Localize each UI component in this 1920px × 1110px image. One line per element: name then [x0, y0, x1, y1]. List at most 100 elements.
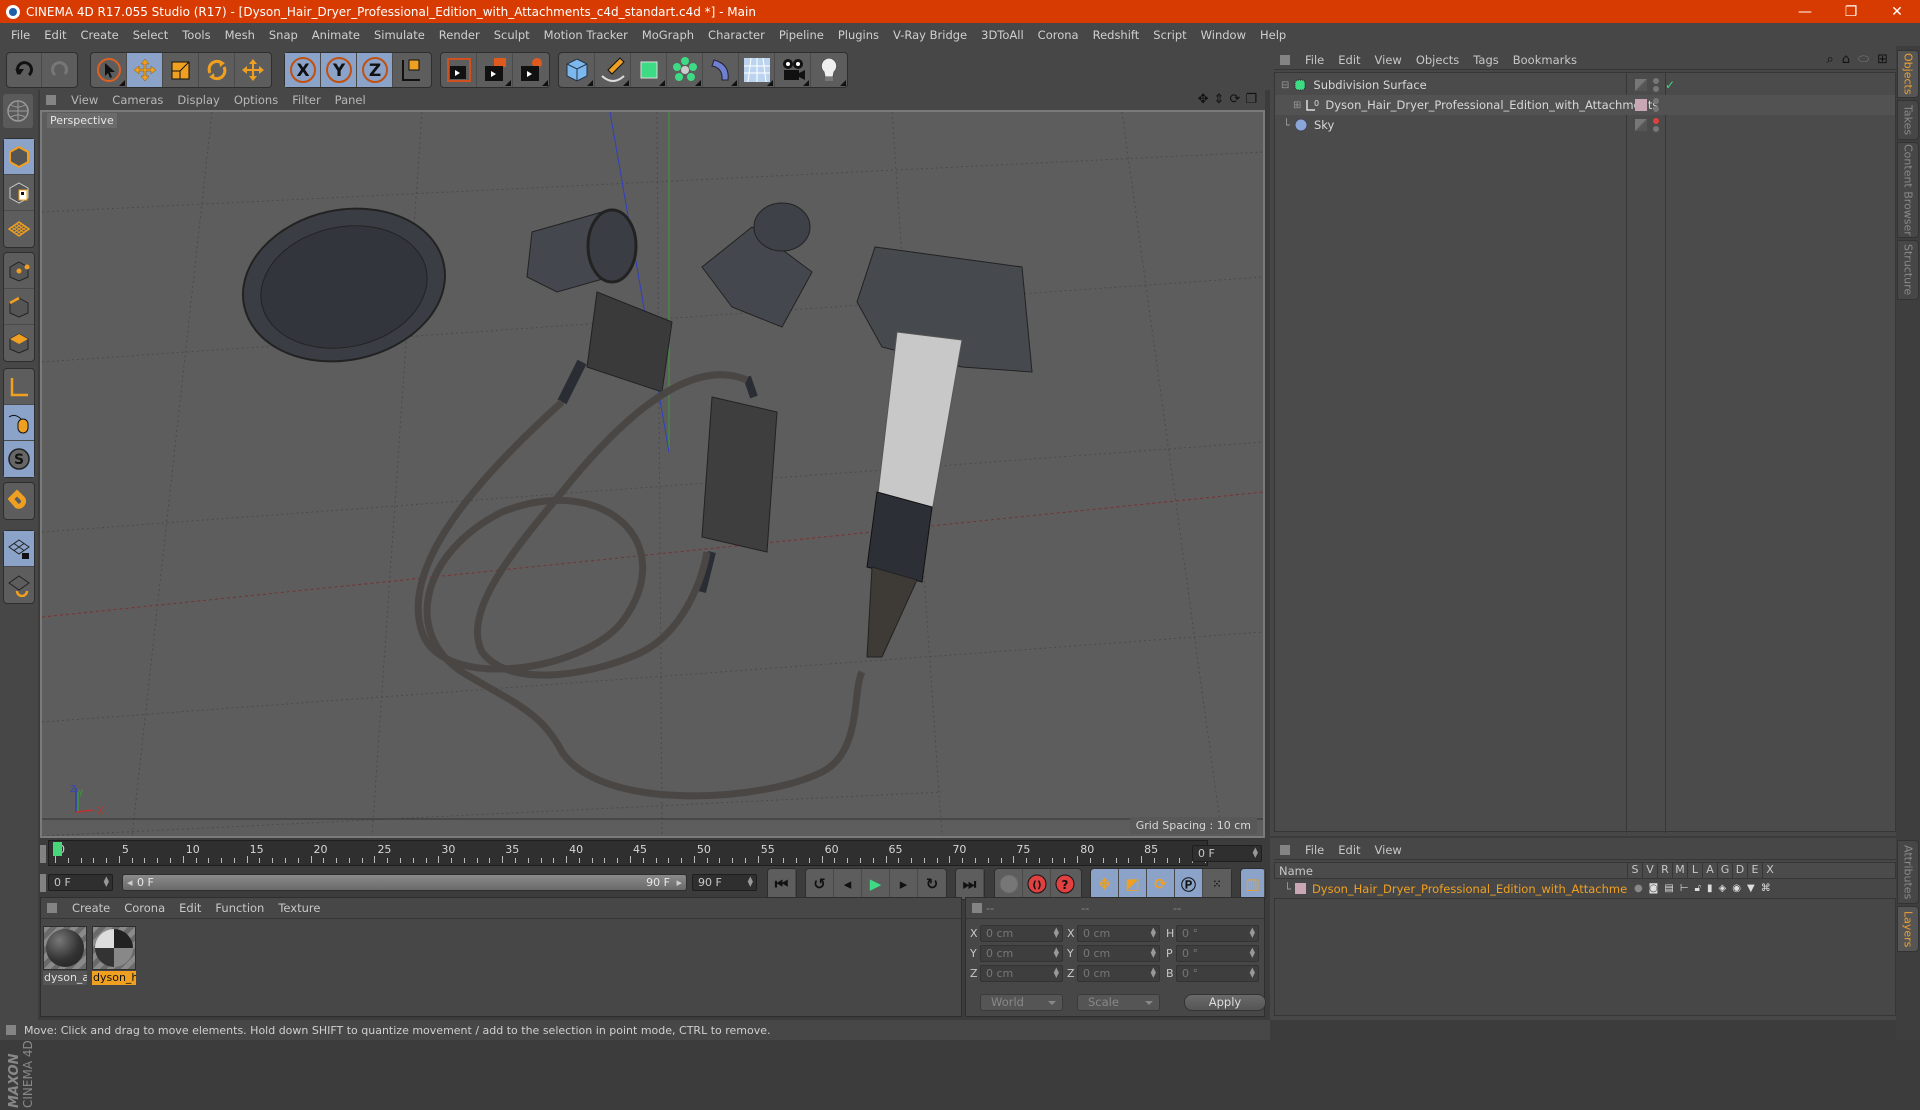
layer-col-manager[interactable]: M — [1672, 862, 1687, 879]
layer-color-swatch[interactable] — [1635, 99, 1647, 111]
layer-col-animation[interactable]: A — [1702, 862, 1717, 879]
layer-name-header[interactable]: Name — [1275, 864, 1627, 878]
rotate-tool-button[interactable] — [199, 53, 235, 87]
object-menu-view[interactable]: View — [1368, 53, 1409, 67]
maximize-view-icon[interactable]: ❐ — [1245, 92, 1257, 107]
pen-button[interactable] — [595, 53, 631, 87]
viewport-menu-panel[interactable]: Panel — [328, 93, 373, 107]
menu-script[interactable]: Script — [1146, 28, 1193, 42]
rotate-view-icon[interactable]: ⟳ — [1229, 92, 1240, 107]
size-mode-dropdown[interactable]: Scale — [1077, 994, 1160, 1011]
menu-create[interactable]: Create — [74, 28, 126, 42]
minimize-button[interactable]: — — [1782, 0, 1828, 23]
menu-corona[interactable]: Corona — [1031, 28, 1086, 42]
tab-objects[interactable]: Objects — [1897, 50, 1919, 98]
undo-button[interactable] — [7, 53, 43, 87]
tab-attributes[interactable]: Attributes — [1897, 840, 1919, 904]
material-menu-create[interactable]: Create — [65, 901, 117, 915]
layer-row[interactable]: └ Dyson_Hair_Dryer_Professional_Edition_… — [1274, 880, 1896, 897]
current-frame-field[interactable]: 0 F ▲ ▼ — [1192, 845, 1262, 862]
snap-button[interactable] — [4, 483, 34, 519]
cube-button[interactable] — [559, 53, 595, 87]
menu-tools[interactable]: Tools — [175, 28, 217, 42]
render-settings-button[interactable] — [513, 53, 549, 87]
axis-mode-button[interactable] — [4, 369, 34, 405]
key-scale-button[interactable]: ◩ — [1119, 869, 1147, 899]
transform-tool-button[interactable] — [235, 53, 271, 87]
material-swatch[interactable] — [43, 926, 87, 970]
xref-icon[interactable]: ⌘ — [1761, 883, 1771, 894]
viewport-menu-options[interactable]: Options — [227, 93, 285, 107]
apply-button[interactable]: Apply — [1184, 994, 1266, 1011]
layer-color-swatch[interactable] — [1294, 883, 1306, 894]
goto-start-button[interactable]: ⏮ — [768, 869, 796, 899]
layer-menu-file[interactable]: File — [1298, 843, 1331, 857]
panel-grip[interactable] — [47, 903, 57, 913]
layer-col-expressions[interactable]: E — [1747, 862, 1762, 879]
camera-button[interactable] — [775, 53, 811, 87]
menu-file[interactable]: File — [4, 28, 37, 42]
deformer-button[interactable] — [703, 53, 739, 87]
expand-icon[interactable]: ⊞ — [1293, 100, 1301, 111]
model-mode-button[interactable] — [4, 139, 34, 175]
visibility-dots[interactable] — [1653, 78, 1659, 92]
perspective-viewport[interactable]: Z Y X Perspective Grid Spacing : 10 cm — [40, 110, 1265, 838]
menu-plugins[interactable]: Plugins — [831, 28, 886, 42]
points-mode-button[interactable] — [4, 253, 34, 289]
x-axis-lock-button[interactable]: X — [285, 53, 321, 87]
viewport-menu-filter[interactable]: Filter — [285, 93, 327, 107]
start-frame-field[interactable]: 0 F ▲ ▼ — [48, 874, 113, 891]
menu-animate[interactable]: Animate — [305, 28, 367, 42]
timeline-window-button[interactable]: ▥ — [1241, 869, 1265, 899]
animation-icon[interactable]: ▮ — [1707, 883, 1713, 894]
layer-col-xref[interactable]: X — [1762, 862, 1777, 879]
enabled-check-icon[interactable]: ✓ — [1665, 78, 1675, 92]
tweak-mode-button[interactable] — [4, 405, 34, 441]
search-icon[interactable]: ⌕ — [1826, 52, 1833, 67]
viewport-menu-cameras[interactable]: Cameras — [105, 93, 170, 107]
move-tool-button[interactable] — [127, 53, 163, 87]
polygons-mode-button[interactable] — [4, 325, 34, 361]
layer-col-deformers[interactable]: D — [1732, 862, 1747, 879]
z-axis-lock-button[interactable]: Z — [357, 53, 393, 87]
goto-end-button[interactable]: ⏭ — [956, 869, 984, 899]
editor-render-toggle-icon[interactable] — [1635, 79, 1647, 91]
menu-window[interactable]: Window — [1194, 28, 1253, 42]
object-menu-edit[interactable]: Edit — [1331, 53, 1367, 67]
y-axis-lock-button[interactable]: Y — [321, 53, 357, 87]
tab-content-browser[interactable]: Content Browser — [1897, 142, 1919, 238]
close-button[interactable]: ✕ — [1874, 0, 1920, 23]
visibility-dots[interactable] — [1653, 118, 1659, 132]
menu-help[interactable]: Help — [1253, 28, 1293, 42]
menu-redshift[interactable]: Redshift — [1086, 28, 1147, 42]
panel-grip[interactable] — [46, 95, 56, 105]
object-menu-bookmarks[interactable]: Bookmarks — [1506, 53, 1584, 67]
prev-key-button[interactable]: ↺ — [806, 869, 834, 899]
zoom-view-icon[interactable]: ⇕ — [1214, 92, 1225, 107]
timeline-ruler[interactable]: 051015202530354045505560657075808590 — [48, 840, 1222, 866]
object-row[interactable]: └ Sky — [1275, 115, 1895, 135]
size-x-field[interactable]: 0 cm ▲ ▼ — [1077, 925, 1160, 942]
record-button[interactable]: () — [1023, 869, 1051, 899]
lock-icon[interactable]: 🔓︎ — [1695, 883, 1701, 894]
pan-view-icon[interactable]: ✥ — [1198, 92, 1209, 107]
menu-motion-tracker[interactable]: Motion Tracker — [537, 28, 635, 42]
deformer-icon[interactable]: ◉ — [1732, 883, 1741, 894]
next-key-button[interactable]: ↻ — [918, 869, 946, 899]
playhead[interactable] — [53, 842, 62, 856]
editor-render-toggle-icon[interactable] — [1635, 119, 1647, 131]
end-frame-field[interactable]: 90 F ▲ ▼ — [692, 874, 757, 891]
size-z-field[interactable]: 0 cm ▲ ▼ — [1077, 965, 1160, 982]
render-to-picture-viewer-button[interactable] — [477, 53, 513, 87]
layer-menu-edit[interactable]: Edit — [1331, 843, 1367, 857]
record-position-button[interactable] — [995, 869, 1023, 899]
prev-frame-button[interactable]: ◂ — [834, 869, 862, 899]
material-swatch-selected[interactable] — [92, 926, 136, 970]
key-parameter-button[interactable]: Ⓟ — [1175, 869, 1203, 899]
material-menu-corona[interactable]: Corona — [117, 901, 172, 915]
menu-mograph[interactable]: MoGraph — [635, 28, 701, 42]
menu-sculpt[interactable]: Sculpt — [487, 28, 537, 42]
next-frame-button[interactable]: ▸ — [890, 869, 918, 899]
object-row[interactable]: ⊞ 0 Dyson_Hair_Dryer_Professional_Editio… — [1275, 95, 1895, 115]
edges-mode-button[interactable] — [4, 289, 34, 325]
